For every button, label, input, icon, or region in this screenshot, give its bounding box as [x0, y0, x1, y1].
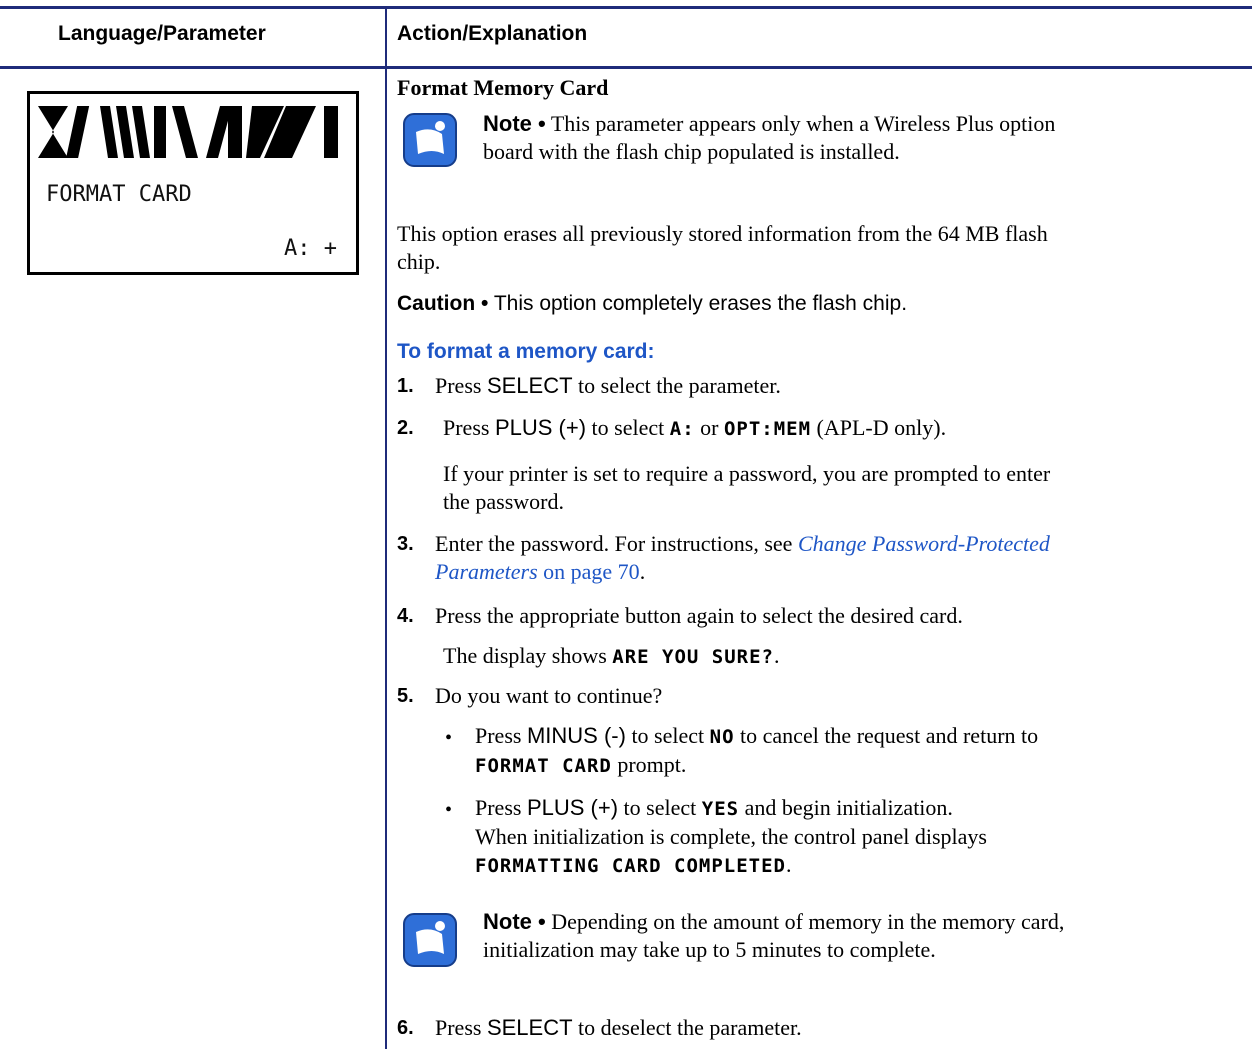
step-2-detail: If your printer is set to require a pass… — [443, 461, 1051, 514]
bullet-icon: • — [445, 799, 453, 821]
step-number: 5. — [397, 685, 414, 707]
caution: Caution • This option completely erases … — [397, 292, 908, 315]
table-header-rule — [0, 66, 1252, 69]
step-2: Press PLUS (+) to select A: or OPT:MEM (… — [443, 415, 947, 440]
step-4-detail: The display shows ARE YOU SURE?. — [443, 643, 780, 668]
lcd-label: FORMAT CARD — [46, 182, 192, 207]
note2: Note • Depending on the amount of memory… — [483, 909, 1065, 962]
procedure-title: To format a memory card: — [397, 340, 655, 363]
step-number: 6. — [397, 1017, 414, 1039]
description: This option erases all previously stored… — [397, 221, 1048, 274]
bullet-icon: • — [445, 727, 453, 749]
column-separator — [385, 6, 387, 1049]
step-number: 1. — [397, 375, 414, 397]
step-4: Press the appropriate button again to se… — [435, 603, 963, 628]
page-reference-link[interactable]: on page 70 — [543, 559, 640, 584]
step-5: Do you want to continue? — [435, 683, 663, 708]
note-icon — [403, 113, 457, 167]
col2-header: Action/Explanation — [397, 22, 588, 45]
section-title: Format Memory Card — [397, 75, 609, 100]
note-icon — [403, 913, 457, 967]
note1: Note • This parameter appears only when … — [483, 111, 1056, 164]
step-number: 4. — [397, 605, 414, 627]
zebra-logo-icon — [38, 106, 338, 158]
step-number: 3. — [397, 533, 414, 555]
lcd-value: A: + — [284, 236, 337, 261]
step-5-option-no: Press MINUS (-) to select NO to cancel t… — [475, 723, 1039, 777]
step-6: Press SELECT to deselect the parameter. — [435, 1015, 802, 1040]
table-top-rule — [0, 6, 1252, 9]
parameters-link[interactable]: Parameters — [435, 559, 538, 584]
step-3: Enter the password. For instructions, se… — [435, 531, 1050, 584]
step-1: Press SELECT to select the parameter. — [435, 373, 781, 398]
col1-header: Language/Parameter — [58, 22, 266, 45]
step-number: 2. — [397, 417, 414, 439]
lcd-display: FORMAT CARD A: + — [27, 91, 359, 275]
step-5-option-yes: Press PLUS (+) to select YES and begin i… — [475, 795, 987, 877]
change-password-link[interactable]: Change Password-Protected — [798, 531, 1050, 556]
